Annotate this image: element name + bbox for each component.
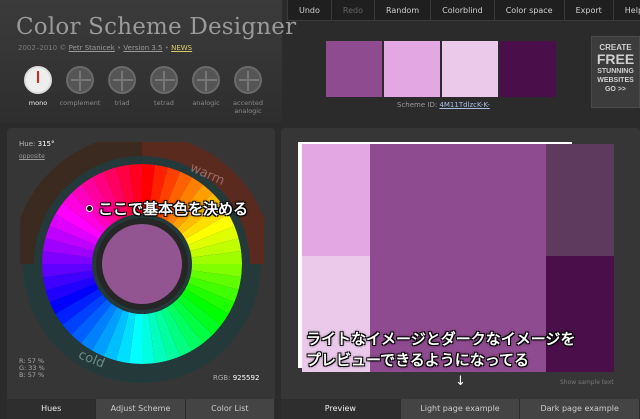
ad-banner[interactable]: CREATE FREE STUNNING WEBSITES GO >> bbox=[591, 36, 640, 108]
tab-preview[interactable]: Preview bbox=[281, 399, 401, 419]
scheme-id: Scheme ID: 4M11TdlzcK-K- bbox=[397, 101, 490, 109]
annotation-preview-line-1: ライトなイメージとダークなイメージを bbox=[306, 330, 576, 348]
ad-line-3: STUNNING WEBSITES bbox=[597, 68, 634, 84]
annotation-dot bbox=[86, 205, 93, 212]
base-color-swatch bbox=[102, 224, 182, 304]
annotation-preview-line-2: プレビューできるようになってる bbox=[306, 351, 530, 369]
brand-header: Color Scheme Designer 2002–2010 © Petr S… bbox=[0, 0, 296, 122]
menu-redo[interactable]: Redo bbox=[330, 0, 374, 20]
tab-light-page-example[interactable]: Light page example bbox=[400, 399, 521, 419]
mode-triad[interactable]: triad bbox=[101, 66, 143, 115]
scheme-swatches bbox=[326, 41, 558, 97]
mode-complement[interactable]: complement bbox=[59, 66, 101, 115]
opposite-link[interactable]: opposite bbox=[19, 153, 45, 160]
hue-value: 315° bbox=[37, 140, 55, 148]
app-title: Color Scheme Designer bbox=[16, 14, 297, 40]
hue-label: Hue: bbox=[19, 140, 36, 148]
ad-go: GO >> bbox=[604, 86, 626, 93]
accented-analogic-dial-icon bbox=[234, 66, 262, 94]
news-link[interactable]: NEWS bbox=[171, 44, 192, 52]
complement-dial-icon bbox=[66, 66, 94, 94]
color-wheel[interactable]: warm cold bbox=[12, 134, 272, 386]
separator: • bbox=[162, 44, 172, 52]
annotation-preview-note: ライトなイメージとダークなイメージを プレビューできるようになってる bbox=[306, 329, 575, 371]
menu-help[interactable]: Help bbox=[612, 0, 640, 20]
menu-random[interactable]: Random bbox=[374, 0, 430, 20]
scheme-id-link[interactable]: 4M11TdlzcK-K- bbox=[439, 101, 489, 109]
swatch-dark[interactable] bbox=[500, 41, 556, 97]
tab-dark-page-example[interactable]: Dark page example bbox=[520, 399, 640, 419]
version-link[interactable]: Version 3.5 bbox=[123, 44, 162, 52]
menu-color-space[interactable]: Color space bbox=[493, 0, 564, 20]
mode-label: tetrad bbox=[154, 99, 174, 107]
scheme-mode-selector: mono complement triad tetrad analogic ac… bbox=[17, 66, 269, 115]
show-sample-text-link[interactable]: Show sample text bbox=[560, 379, 614, 386]
mode-tetrad[interactable]: tetrad bbox=[143, 66, 185, 115]
mode-label: mono bbox=[28, 99, 48, 107]
analogic-dial-icon bbox=[192, 66, 220, 94]
down-arrow-icon: ↓ bbox=[455, 374, 466, 389]
credits-line: 2002–2010 © Petr Stanicek • Version 3.5 … bbox=[18, 44, 192, 52]
rgb-value: 925592 bbox=[232, 374, 260, 382]
author-link[interactable]: Petr Stanicek bbox=[69, 44, 115, 52]
right-tabs: Preview Light page example Dark page exa… bbox=[281, 399, 640, 419]
tab-adjust-scheme[interactable]: Adjust Scheme bbox=[96, 399, 186, 419]
mode-mono[interactable]: mono bbox=[17, 66, 59, 115]
mode-label: triad bbox=[114, 99, 130, 107]
annotation-wheel-note: ここで基本色を決める bbox=[98, 200, 249, 218]
tab-hues[interactable]: Hues bbox=[7, 399, 97, 419]
preview-dark-block-1 bbox=[546, 144, 614, 256]
mode-accented-analogic[interactable]: accented analogic bbox=[227, 66, 269, 115]
preview-light-block-1 bbox=[302, 144, 370, 256]
tab-color-list[interactable]: Color List bbox=[185, 399, 275, 419]
scheme-id-label: Scheme ID: bbox=[397, 101, 438, 109]
ad-line-2: FREE bbox=[596, 51, 635, 67]
swatch-light[interactable] bbox=[384, 41, 440, 97]
hue-panel: warm cold Hue: 315° opposite R: 57 % G: … bbox=[7, 128, 275, 419]
swatch-lighter[interactable] bbox=[442, 41, 498, 97]
mode-label: complement bbox=[59, 99, 101, 107]
mode-label: accented analogic bbox=[233, 99, 263, 115]
blue-percent: B: 57 % bbox=[19, 371, 45, 379]
tetrad-dial-icon bbox=[150, 66, 178, 94]
menu-export[interactable]: Export bbox=[563, 0, 613, 20]
mode-analogic[interactable]: analogic bbox=[185, 66, 227, 115]
rgb-percentages: R: 57 % G: 33 % B: 57 % bbox=[19, 358, 45, 379]
mode-label: analogic bbox=[192, 99, 220, 107]
menu-undo[interactable]: Undo bbox=[287, 0, 331, 20]
swatch-primary[interactable] bbox=[326, 41, 382, 97]
hue-readout: Hue: 315° bbox=[19, 140, 54, 148]
color-wheel-graphic[interactable]: warm cold bbox=[12, 134, 272, 386]
top-menu: Undo Redo Random Colorblind Color space … bbox=[287, 0, 640, 21]
rgb-hex-readout: RGB: 925592 bbox=[213, 374, 259, 382]
mono-dial-icon bbox=[24, 66, 52, 94]
triad-dial-icon bbox=[108, 66, 136, 94]
rgb-label: RGB: bbox=[213, 374, 231, 382]
menu-colorblind[interactable]: Colorblind bbox=[430, 0, 494, 20]
left-tabs: Hues Adjust Scheme Color List bbox=[7, 399, 275, 419]
copyright-years: 2002–2010 © bbox=[18, 44, 69, 52]
